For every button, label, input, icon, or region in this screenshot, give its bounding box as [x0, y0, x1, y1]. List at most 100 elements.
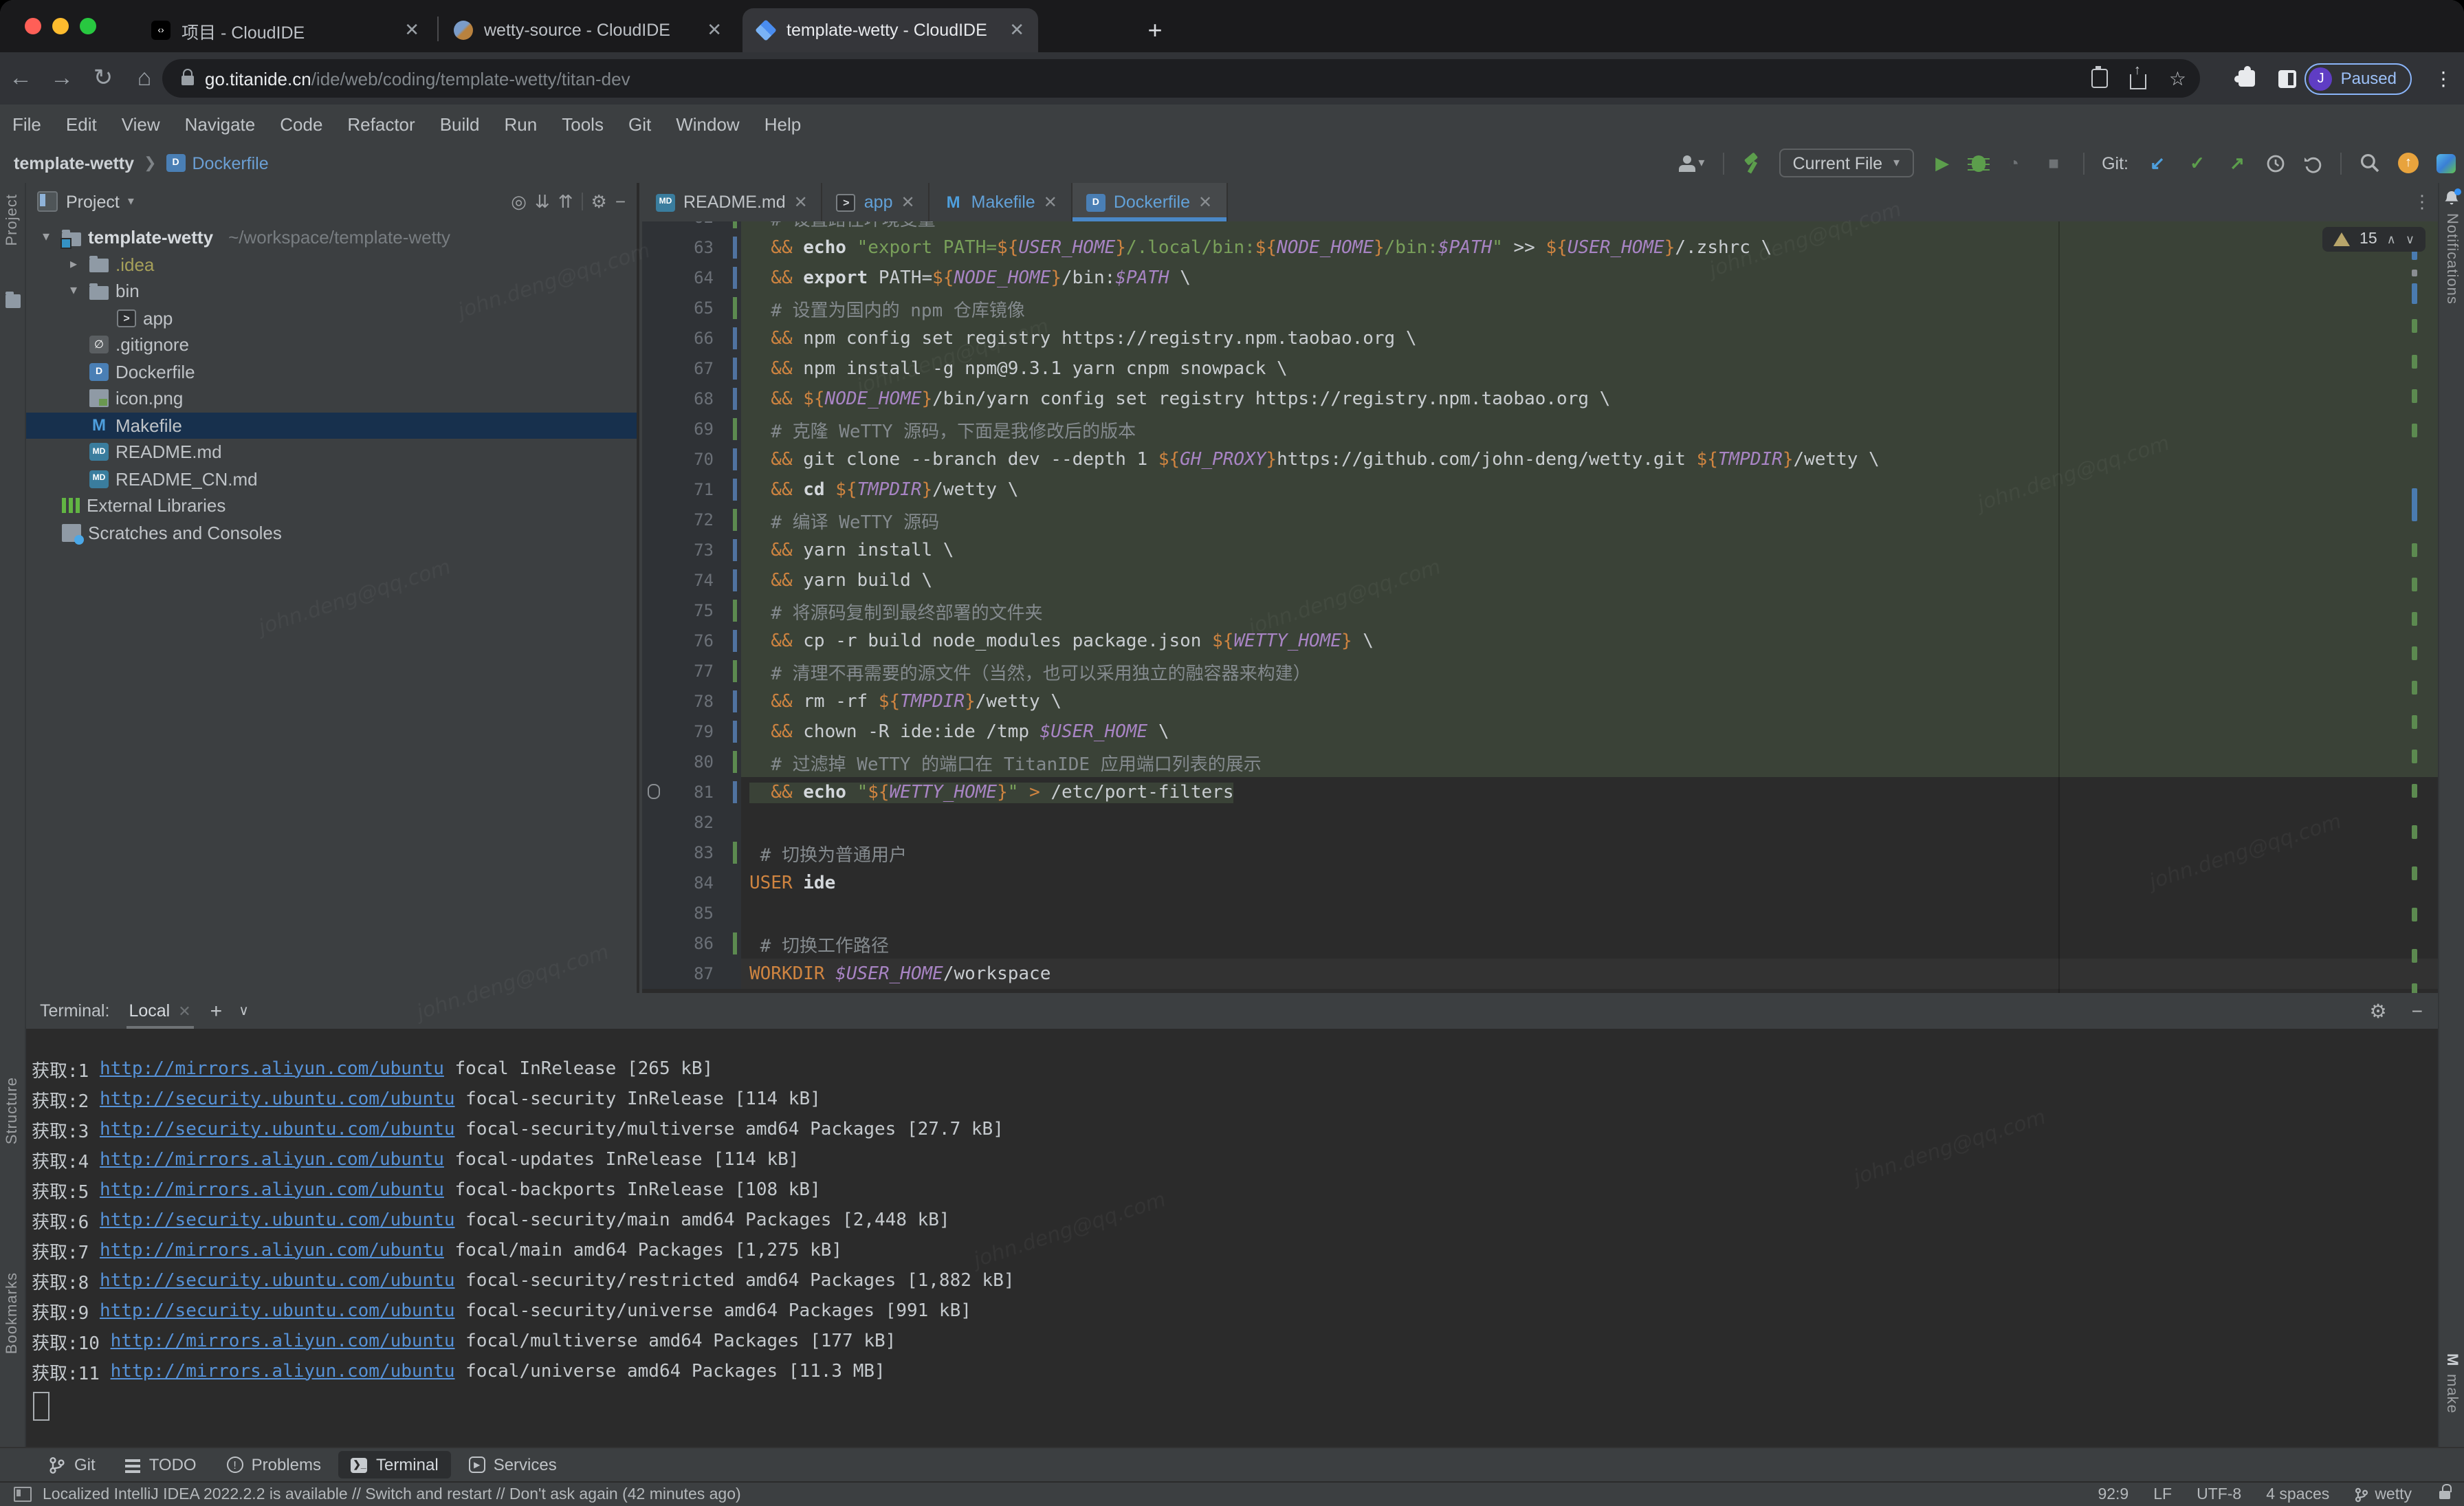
breadcrumb-project[interactable]: template-wetty: [14, 153, 134, 173]
editor-tab-Makefile[interactable]: MMakefile✕: [930, 183, 1072, 221]
toolwindow-structure-tab[interactable]: Structure: [4, 1077, 21, 1151]
tree-item-README.md[interactable]: MDREADME.md: [26, 439, 637, 466]
terminal-link[interactable]: http://security.ubuntu.com/ubuntu: [100, 1270, 455, 1291]
readonly-lock-icon[interactable]: [2439, 1490, 2450, 1498]
menu-navigate[interactable]: Navigate: [173, 113, 268, 134]
toolwindow-notifications-tab[interactable]: Notifications: [2443, 213, 2460, 312]
close-editor-tab-icon[interactable]: ✕: [1044, 193, 1057, 212]
terminal-settings-gear-icon[interactable]: ⚙: [2370, 999, 2387, 1023]
cloudide-logo-icon[interactable]: [2436, 153, 2456, 173]
tree-item-bin[interactable]: ▾bin: [26, 278, 637, 305]
build-hammer-icon[interactable]: [1741, 153, 1761, 173]
code-area[interactable]: 62 # 设置路径环境变量63 && echo "export PATH=${U…: [642, 221, 2439, 993]
tree-chevron-icon[interactable]: ▾: [65, 284, 82, 299]
next-problem-icon[interactable]: ∨: [2406, 232, 2414, 247]
breadcrumb-file[interactable]: Dockerfile: [192, 153, 269, 173]
menu-tools[interactable]: Tools: [549, 113, 616, 134]
browser-tab[interactable]: wetty-source - CloudIDE✕: [440, 8, 736, 52]
tree-item-Makefile[interactable]: MMakefile: [26, 412, 637, 439]
git-commit-icon[interactable]: ✓: [2186, 152, 2208, 174]
menu-code[interactable]: Code: [267, 113, 335, 134]
hide-panel-icon[interactable]: −: [615, 191, 626, 212]
expand-all-icon[interactable]: ⇊: [535, 190, 550, 212]
terminal-link[interactable]: http://mirrors.aliyun.com/ubuntu: [100, 1058, 444, 1079]
rollback-icon[interactable]: [2303, 153, 2322, 173]
toolwindow-project-tab[interactable]: Project: [4, 194, 21, 253]
close-tab-icon[interactable]: ✕: [404, 19, 419, 41]
close-tab-icon[interactable]: ✕: [707, 19, 722, 41]
save-address-icon[interactable]: [2092, 69, 2109, 88]
close-editor-tab-icon[interactable]: ✕: [794, 193, 808, 212]
browser-tab[interactable]: template-wetty - CloudIDE✕: [742, 8, 1038, 52]
editor-tab-app[interactable]: >app✕: [823, 183, 930, 221]
tree-item-ExternalLibraries[interactable]: External Libraries: [26, 492, 637, 519]
panel-settings-gear-icon[interactable]: ⚙: [591, 190, 607, 212]
status-message[interactable]: Localized IntelliJ IDEA 2022.2.2 is avai…: [43, 1486, 741, 1503]
close-editor-tab-icon[interactable]: ✕: [901, 193, 915, 212]
menu-build[interactable]: Build: [428, 113, 492, 134]
editor-tab-README.md[interactable]: MDREADME.md✕: [642, 183, 823, 221]
update-available-icon[interactable]: ↑: [2398, 153, 2419, 173]
project-panel-title[interactable]: Project: [66, 192, 120, 211]
collapse-all-icon[interactable]: ⇈: [558, 190, 573, 212]
git-push-icon[interactable]: ↗: [2226, 152, 2248, 174]
home-icon[interactable]: ⌂: [124, 65, 165, 92]
menu-help[interactable]: Help: [752, 113, 814, 134]
toolwindow-toggle-icon[interactable]: [14, 1487, 32, 1502]
new-terminal-icon[interactable]: +: [210, 999, 223, 1023]
terminal-link[interactable]: http://security.ubuntu.com/ubuntu: [100, 1300, 455, 1321]
history-icon[interactable]: [2266, 153, 2285, 173]
terminal-tab-local[interactable]: Local✕: [126, 993, 193, 1029]
notifications-bell-icon[interactable]: [2443, 190, 2460, 206]
terminal-output[interactable]: 获取:1 http://mirrors.aliyun.com/ubuntu fo…: [26, 1029, 2439, 1447]
share-icon[interactable]: [2131, 74, 2147, 89]
address-bar[interactable]: go.titanide.cn/ide/web/coding/template-w…: [162, 59, 2200, 98]
debug-icon[interactable]: [1971, 155, 1985, 171]
terminal-link[interactable]: http://mirrors.aliyun.com/ubuntu: [111, 1331, 455, 1351]
line-separator[interactable]: LF: [2153, 1486, 2172, 1503]
git-branch-widget[interactable]: wetty: [2354, 1486, 2412, 1503]
menu-git[interactable]: Git: [616, 113, 663, 134]
gutter-annotation-icon[interactable]: [648, 784, 660, 799]
prev-problem-icon[interactable]: ∧: [2387, 232, 2396, 247]
menu-refactor[interactable]: Refactor: [335, 113, 427, 134]
project-view-chevron-icon[interactable]: ▾: [128, 194, 134, 209]
reload-icon[interactable]: ↻: [82, 65, 124, 92]
new-tab-button[interactable]: +: [1138, 14, 1172, 47]
maximize-window-button[interactable]: [80, 18, 96, 34]
tree-chevron-icon[interactable]: ▾: [37, 230, 55, 245]
terminal-link[interactable]: http://mirrors.aliyun.com/ubuntu: [100, 1149, 444, 1170]
indent-size[interactable]: 4 spaces: [2266, 1486, 2329, 1503]
toolwindow-button-todo[interactable]: TODO: [113, 1451, 209, 1478]
menu-view[interactable]: View: [109, 113, 173, 134]
minimize-window-button[interactable]: [52, 18, 69, 34]
toolwindow-button-services[interactable]: ▶Services: [456, 1451, 569, 1478]
menu-run[interactable]: Run: [492, 113, 550, 134]
locate-file-icon[interactable]: ◎: [511, 190, 527, 212]
tree-item-app[interactable]: >app: [26, 305, 637, 331]
browser-tab[interactable]: ‹›项目 - CloudIDE✕: [138, 8, 433, 52]
forward-icon[interactable]: →: [41, 65, 82, 92]
tree-item-.gitignore[interactable]: ∅.gitignore: [26, 331, 637, 358]
profile-button[interactable]: J Paused: [2305, 63, 2412, 94]
terminal-link[interactable]: http://mirrors.aliyun.com/ubuntu: [100, 1240, 444, 1261]
toolwindow-button-terminal[interactable]: ❯_Terminal: [339, 1451, 451, 1478]
tree-item-ScratchesandConsoles[interactable]: Scratches and Consoles: [26, 519, 637, 546]
terminal-minimize-icon[interactable]: −: [2412, 1000, 2423, 1022]
chrome-menu-icon[interactable]: ⋮: [2434, 67, 2453, 90]
editor-tab-options-icon[interactable]: ⋮: [2413, 191, 2431, 213]
toolwindow-button-git[interactable]: Git: [36, 1451, 108, 1478]
terminal-link[interactable]: http://mirrors.aliyun.com/ubuntu: [111, 1361, 455, 1382]
file-encoding[interactable]: UTF-8: [2197, 1486, 2241, 1503]
search-everywhere-icon[interactable]: [2360, 153, 2380, 173]
menu-file[interactable]: File: [0, 113, 54, 134]
toolwindow-make-tab[interactable]: make: [2443, 1374, 2460, 1421]
tree-item-icon.png[interactable]: icon.png: [26, 385, 637, 412]
toolwindow-button-problems[interactable]: !Problems: [214, 1451, 333, 1478]
git-update-icon[interactable]: ↙: [2146, 152, 2168, 174]
tree-item-template-wetty[interactable]: ▾template-wetty~/workspace/template-wett…: [26, 224, 637, 251]
profiler-icon[interactable]: ◔: [2003, 153, 2025, 173]
window-controls[interactable]: [25, 18, 96, 34]
menu-window[interactable]: Window: [663, 113, 752, 134]
terminal-link[interactable]: http://security.ubuntu.com/ubuntu: [100, 1210, 455, 1230]
